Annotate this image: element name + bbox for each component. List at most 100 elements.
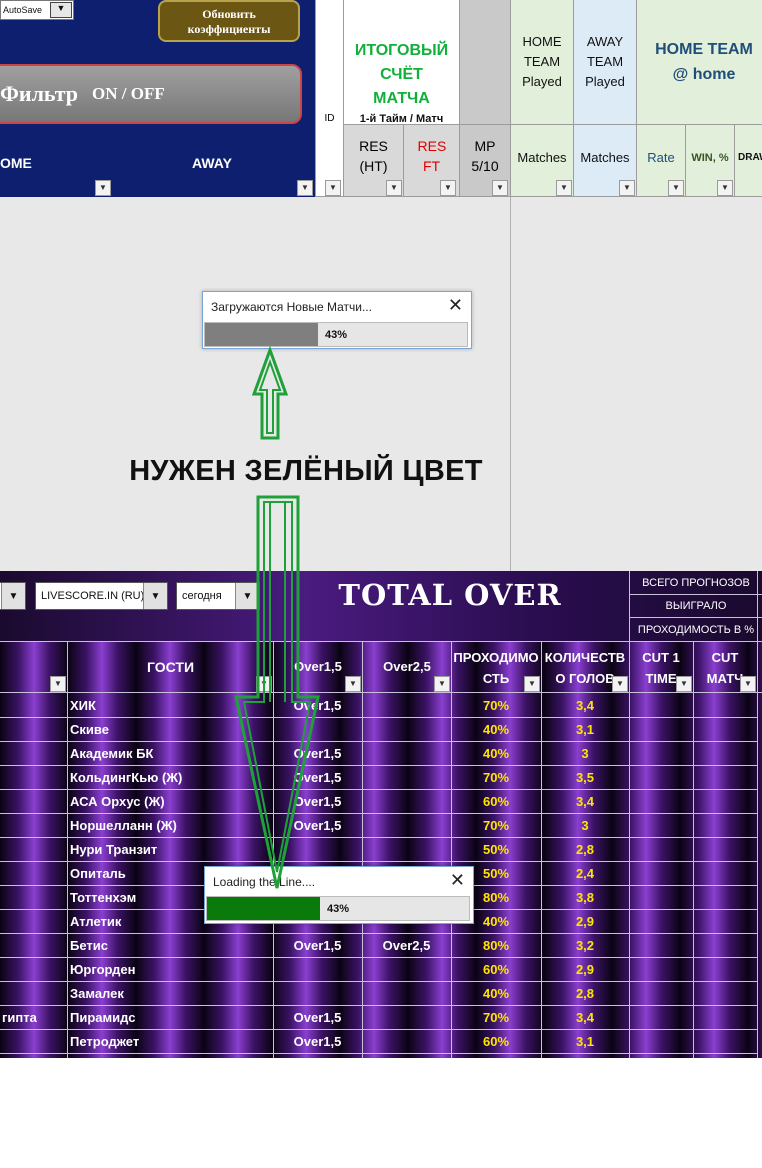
over15-dropdown[interactable]: ▼ (345, 676, 361, 692)
source-select-value: LIVESCORE.IN (RU) (41, 590, 145, 602)
home-filter-dropdown[interactable]: ▼ (95, 180, 111, 196)
cut2-cell (693, 814, 757, 838)
filter-onoff-label: ON / OFF (92, 84, 165, 103)
cut1-cell (629, 766, 693, 790)
guest-cell: Замалек (67, 982, 273, 1006)
chevron-down-icon[interactable]: ▼ (235, 583, 259, 609)
goals-cell: 3,2 (541, 934, 629, 958)
cut1-dropdown[interactable]: ▼ (676, 676, 692, 692)
matches-1-dropdown[interactable]: ▼ (556, 180, 572, 196)
cut1-cell (629, 982, 693, 1006)
passability-cell: 40% (451, 742, 541, 766)
passability-dropdown[interactable]: ▼ (524, 676, 540, 692)
res-ft-dropdown[interactable]: ▼ (440, 180, 456, 196)
chevron-down-icon[interactable]: ▼ (50, 2, 72, 18)
goals-cell: 2,9 (541, 910, 629, 934)
away-filter-dropdown[interactable]: ▼ (297, 180, 313, 196)
cut2-cell (693, 742, 757, 766)
win-pct-dropdown[interactable]: ▼ (717, 180, 733, 196)
passability-cell: 60% (451, 958, 541, 982)
over25-cell (362, 742, 451, 766)
day-select[interactable]: сегодня ▼ (176, 582, 260, 610)
guests-dropdown[interactable]: ▼ (256, 676, 272, 692)
guest-cell: Скиве (67, 718, 273, 742)
matches-label-2: Matches (580, 150, 630, 165)
source-select[interactable]: LIVESCORE.IN (RU) ▼ (35, 582, 168, 610)
goals-cell: 3,8 (541, 886, 629, 910)
left-select[interactable]: ▼ (0, 582, 26, 610)
rate-dropdown[interactable]: ▼ (668, 180, 684, 196)
table-row: ХИК Over1,5 70% 3,4 (0, 694, 762, 718)
id-filter-dropdown[interactable]: ▼ (325, 180, 341, 196)
home-cell (0, 982, 67, 1006)
goals-cell: 3,4 (541, 694, 629, 718)
chevron-down-icon[interactable]: ▼ (1, 583, 25, 609)
over25-cell (362, 982, 451, 1006)
autosave-select[interactable]: AutoSave ▼ (0, 0, 74, 20)
loading-dialog-green: Loading the Line.... ✕ 43% (204, 866, 474, 924)
over25-cell (362, 718, 451, 742)
progress-label: 43% (324, 328, 348, 341)
guest-cell: ХИК (67, 694, 273, 718)
home-cell (0, 718, 67, 742)
table-row: Норшелланн (Ж) Over1,5 70% 3 (0, 814, 762, 838)
cut1-cell (629, 1006, 693, 1030)
mp-dropdown[interactable]: ▼ (492, 180, 508, 196)
cut2-cell (693, 694, 757, 718)
home-cell (0, 790, 67, 814)
progress-bar: 43% (206, 896, 470, 921)
mp-top-gray (460, 0, 511, 125)
id-column: ID (315, 0, 344, 197)
home-team-at-home-label: HOME TEAM @ home (655, 41, 753, 83)
matches-2-dropdown[interactable]: ▼ (619, 180, 635, 196)
filter-toggle-button[interactable]: Фильтр ON / OFF (0, 64, 302, 124)
cut1-cell (629, 910, 693, 934)
passability-cell: 50% (451, 838, 541, 862)
close-icon[interactable]: ✕ (450, 870, 465, 891)
goals-cell: 3,4 (541, 790, 629, 814)
home-col-dropdown[interactable]: ▼ (50, 676, 66, 692)
passability-cell: 70% (451, 814, 541, 838)
close-icon[interactable]: ✕ (448, 295, 463, 316)
mp-label: MP 5/10 (471, 137, 499, 174)
home-cell (0, 958, 67, 982)
chevron-down-icon[interactable]: ▼ (143, 583, 167, 609)
cut1-cell (629, 886, 693, 910)
over25-cell (362, 790, 451, 814)
stats-block: ВСЕГО ПРОГНОЗОВ ВЫИГРАЛО ПРОХОДИМОСТЬ В … (629, 571, 762, 641)
cut1-cell (629, 814, 693, 838)
refresh-odds-button[interactable]: Обновить коэффициенты (158, 0, 300, 42)
cut2-cell (693, 862, 757, 886)
goals-dropdown[interactable]: ▼ (612, 676, 628, 692)
cut1-cell (629, 742, 693, 766)
guest-cell: Норшелланн (Ж) (67, 814, 273, 838)
passability-cell: 40% (451, 982, 541, 1006)
rate-label: Rate (647, 150, 675, 165)
res-ht-label: RES (HT) (359, 137, 388, 174)
table-row: КольдингКью (Ж) Over1,5 70% 3,5 (0, 766, 762, 790)
id-header: ID (324, 112, 335, 124)
cut2-cell (693, 790, 757, 814)
grid-vertical-divider (510, 197, 511, 571)
passability-cell: 60% (451, 790, 541, 814)
over15-cell: Over1,5 (273, 1030, 362, 1054)
draw-label: DRAW (738, 152, 762, 163)
goals-cell: 2,8 (541, 982, 629, 1006)
over15-header: Over1,5 (294, 659, 342, 674)
dialog-title: Загружаются Новые Матчи... (211, 300, 372, 314)
res-ht-dropdown[interactable]: ▼ (386, 180, 402, 196)
stat-won: ВЫИГРАЛО (629, 595, 762, 618)
home-cell (0, 862, 67, 886)
day-select-value: сегодня (182, 590, 222, 602)
over15-cell: Over1,5 (273, 694, 362, 718)
cut2-dropdown[interactable]: ▼ (740, 676, 756, 692)
filter-label: Фильтр (0, 81, 79, 106)
passability-cell: 60% (451, 1030, 541, 1054)
stat-passability: ПРОХОДИМОСТЬ В % (629, 618, 762, 641)
goals-cell: 3,4 (541, 1006, 629, 1030)
over15-cell: Over1,5 (273, 934, 362, 958)
draw-header: DRAW (735, 125, 762, 197)
cut1-cell (629, 958, 693, 982)
over15-cell: Over1,5 (273, 766, 362, 790)
over25-dropdown[interactable]: ▼ (434, 676, 450, 692)
